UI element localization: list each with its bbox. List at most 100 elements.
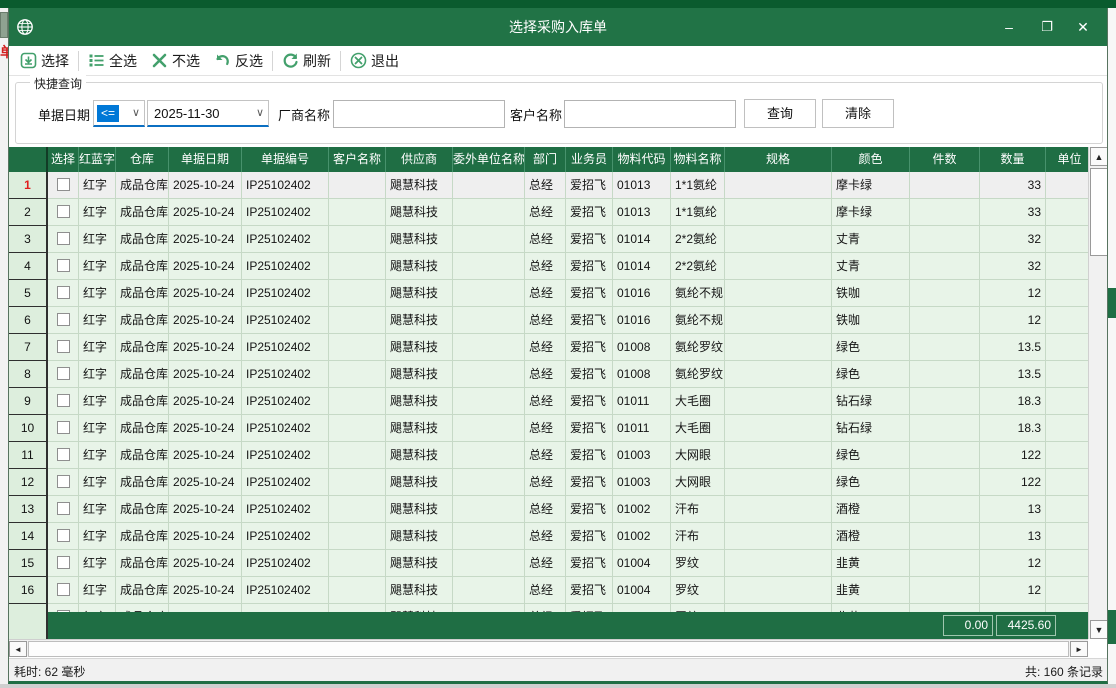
- column-header[interactable]: 物料名称: [671, 147, 725, 172]
- table-row[interactable]: 10红字成品仓库2025-10-24IP25102402飓慧科技总经爱招飞010…: [9, 415, 1088, 442]
- select-cell[interactable]: [48, 415, 79, 442]
- row-select-checkbox[interactable]: [57, 502, 70, 515]
- row-select-checkbox[interactable]: [57, 529, 70, 542]
- scroll-down-arrow-icon[interactable]: ▼: [1090, 620, 1108, 639]
- table-row[interactable]: 7红字成品仓库2025-10-24IP25102402飓慧科技总经爱招飞0100…: [9, 334, 1088, 361]
- select-cell[interactable]: [48, 388, 79, 415]
- clear-button[interactable]: 清除: [822, 99, 894, 128]
- column-header[interactable]: 单据编号: [242, 147, 329, 172]
- table-row[interactable]: 5红字成品仓库2025-10-24IP25102402飓慧科技总经爱招飞0101…: [9, 280, 1088, 307]
- scroll-left-arrow-icon[interactable]: ◄: [9, 641, 27, 657]
- select-cell[interactable]: [48, 604, 79, 612]
- table-row[interactable]: 12红字成品仓库2025-10-24IP25102402飓慧科技总经爱招飞010…: [9, 469, 1088, 496]
- select-cell[interactable]: [48, 361, 79, 388]
- select-cell[interactable]: [48, 280, 79, 307]
- column-header[interactable]: 供应商: [386, 147, 453, 172]
- column-header[interactable]: 选择: [48, 147, 79, 172]
- maximize-button[interactable]: ❐: [1029, 8, 1065, 46]
- select-cell[interactable]: [48, 253, 79, 280]
- column-header[interactable]: 颜色: [832, 147, 910, 172]
- select-cell[interactable]: [48, 550, 79, 577]
- table-row[interactable]: 8红字成品仓库2025-10-24IP25102402飓慧科技总经爱招飞0100…: [9, 361, 1088, 388]
- scroll-up-arrow-icon[interactable]: ▲: [1090, 147, 1108, 166]
- column-header[interactable]: 数量: [980, 147, 1046, 172]
- column-header[interactable]: 件数: [910, 147, 980, 172]
- grid-cell: [725, 361, 832, 388]
- row-select-checkbox[interactable]: [57, 556, 70, 569]
- column-header[interactable]: 委外单位名称: [453, 147, 525, 172]
- toolbar-separator: [272, 51, 273, 71]
- select-button[interactable]: 选择: [13, 49, 76, 73]
- select-cell[interactable]: [48, 577, 79, 604]
- table-row[interactable]: 3红字成品仓库2025-10-24IP25102402飓慧科技总经爱招飞0101…: [9, 226, 1088, 253]
- table-row[interactable]: 6红字成品仓库2025-10-24IP25102402飓慧科技总经爱招飞0101…: [9, 307, 1088, 334]
- grid-cell: [1046, 253, 1088, 280]
- row-select-checkbox[interactable]: [57, 421, 70, 434]
- search-button[interactable]: 查询: [744, 99, 816, 128]
- vertical-scrollbar[interactable]: ▲ ▼: [1088, 147, 1108, 639]
- select-cell[interactable]: [48, 442, 79, 469]
- row-select-checkbox[interactable]: [57, 313, 70, 326]
- row-select-checkbox[interactable]: [57, 259, 70, 272]
- column-header[interactable]: 部门: [525, 147, 566, 172]
- table-row[interactable]: 4红字成品仓库2025-10-24IP25102402飓慧科技总经爱招飞0101…: [9, 253, 1088, 280]
- table-row[interactable]: 1红字成品仓库2025-10-24IP25102402飓慧科技总经爱招飞0101…: [9, 172, 1088, 199]
- column-header[interactable]: 客户名称: [329, 147, 386, 172]
- select-cell[interactable]: [48, 199, 79, 226]
- select-cell[interactable]: [48, 172, 79, 199]
- grid-cell: 01016: [613, 307, 671, 334]
- exit-button[interactable]: 退出: [343, 49, 406, 73]
- column-header[interactable]: 规格: [725, 147, 832, 172]
- deselect-button[interactable]: 不选: [144, 49, 207, 73]
- select-cell[interactable]: [48, 523, 79, 550]
- row-select-checkbox[interactable]: [57, 448, 70, 461]
- table-row[interactable]: 2红字成品仓库2025-10-24IP25102402飓慧科技总经爱招飞0101…: [9, 199, 1088, 226]
- row-select-checkbox[interactable]: [57, 394, 70, 407]
- column-header[interactable]: 红蓝字: [79, 147, 116, 172]
- select-cell[interactable]: [48, 496, 79, 523]
- select-cell[interactable]: [48, 469, 79, 496]
- select-all-button[interactable]: 全选: [81, 49, 144, 73]
- row-select-checkbox[interactable]: [57, 178, 70, 191]
- row-select-checkbox[interactable]: [57, 475, 70, 488]
- column-header[interactable]: 单位: [1046, 147, 1088, 172]
- grid-cell: 2025-10-24: [169, 415, 242, 442]
- customer-name-input[interactable]: [564, 100, 736, 128]
- grid-cell: IP25102402: [242, 388, 329, 415]
- table-row[interactable]: 17红字成品仓库2025-10-24IP25102402飓慧科技总经爱招飞010…: [9, 604, 1088, 612]
- table-row[interactable]: 16红字成品仓库2025-10-24IP25102402飓慧科技总经爱招飞010…: [9, 577, 1088, 604]
- grid-cell: [453, 199, 525, 226]
- horizontal-scrollbar[interactable]: ◄ ►: [9, 639, 1088, 657]
- table-row[interactable]: 9红字成品仓库2025-10-24IP25102402飓慧科技总经爱招飞0101…: [9, 388, 1088, 415]
- table-row[interactable]: 14红字成品仓库2025-10-24IP25102402飓慧科技总经爱招飞010…: [9, 523, 1088, 550]
- column-header[interactable]: 业务员: [566, 147, 613, 172]
- row-select-checkbox[interactable]: [57, 205, 70, 218]
- date-combobox[interactable]: 2025-11-30 ∨: [147, 100, 269, 127]
- invert-selection-button[interactable]: 反选: [207, 49, 270, 73]
- row-select-checkbox[interactable]: [57, 583, 70, 596]
- row-select-checkbox[interactable]: [57, 340, 70, 353]
- vertical-scrollbar-thumb[interactable]: [1090, 168, 1108, 256]
- column-header[interactable]: 单据日期: [169, 147, 242, 172]
- row-select-checkbox[interactable]: [57, 367, 70, 380]
- row-select-checkbox[interactable]: [57, 286, 70, 299]
- select-cell[interactable]: [48, 307, 79, 334]
- minimize-button[interactable]: –: [991, 8, 1027, 46]
- table-row[interactable]: 13红字成品仓库2025-10-24IP25102402飓慧科技总经爱招飞010…: [9, 496, 1088, 523]
- scroll-right-arrow-icon[interactable]: ►: [1070, 641, 1088, 657]
- column-header[interactable]: [9, 147, 48, 172]
- vendor-name-input[interactable]: [333, 100, 505, 128]
- table-row[interactable]: 15红字成品仓库2025-10-24IP25102402飓慧科技总经爱招飞010…: [9, 550, 1088, 577]
- close-button[interactable]: ✕: [1065, 8, 1101, 46]
- refresh-button[interactable]: 刷新: [275, 49, 338, 73]
- grid-cell: [453, 469, 525, 496]
- date-operator-combobox[interactable]: <= ∨: [93, 100, 145, 127]
- select-cell[interactable]: [48, 334, 79, 361]
- table-row[interactable]: 11红字成品仓库2025-10-24IP25102402飓慧科技总经爱招飞010…: [9, 442, 1088, 469]
- column-header[interactable]: 仓库: [116, 147, 169, 172]
- horizontal-scrollbar-track[interactable]: [28, 641, 1069, 657]
- select-cell[interactable]: [48, 226, 79, 253]
- quick-query-row: 单据日期 <= ∨ 2025-11-30 ∨ 厂商名称 客户名称 查询 清除: [16, 83, 1102, 143]
- column-header[interactable]: 物料代码: [613, 147, 671, 172]
- row-select-checkbox[interactable]: [57, 232, 70, 245]
